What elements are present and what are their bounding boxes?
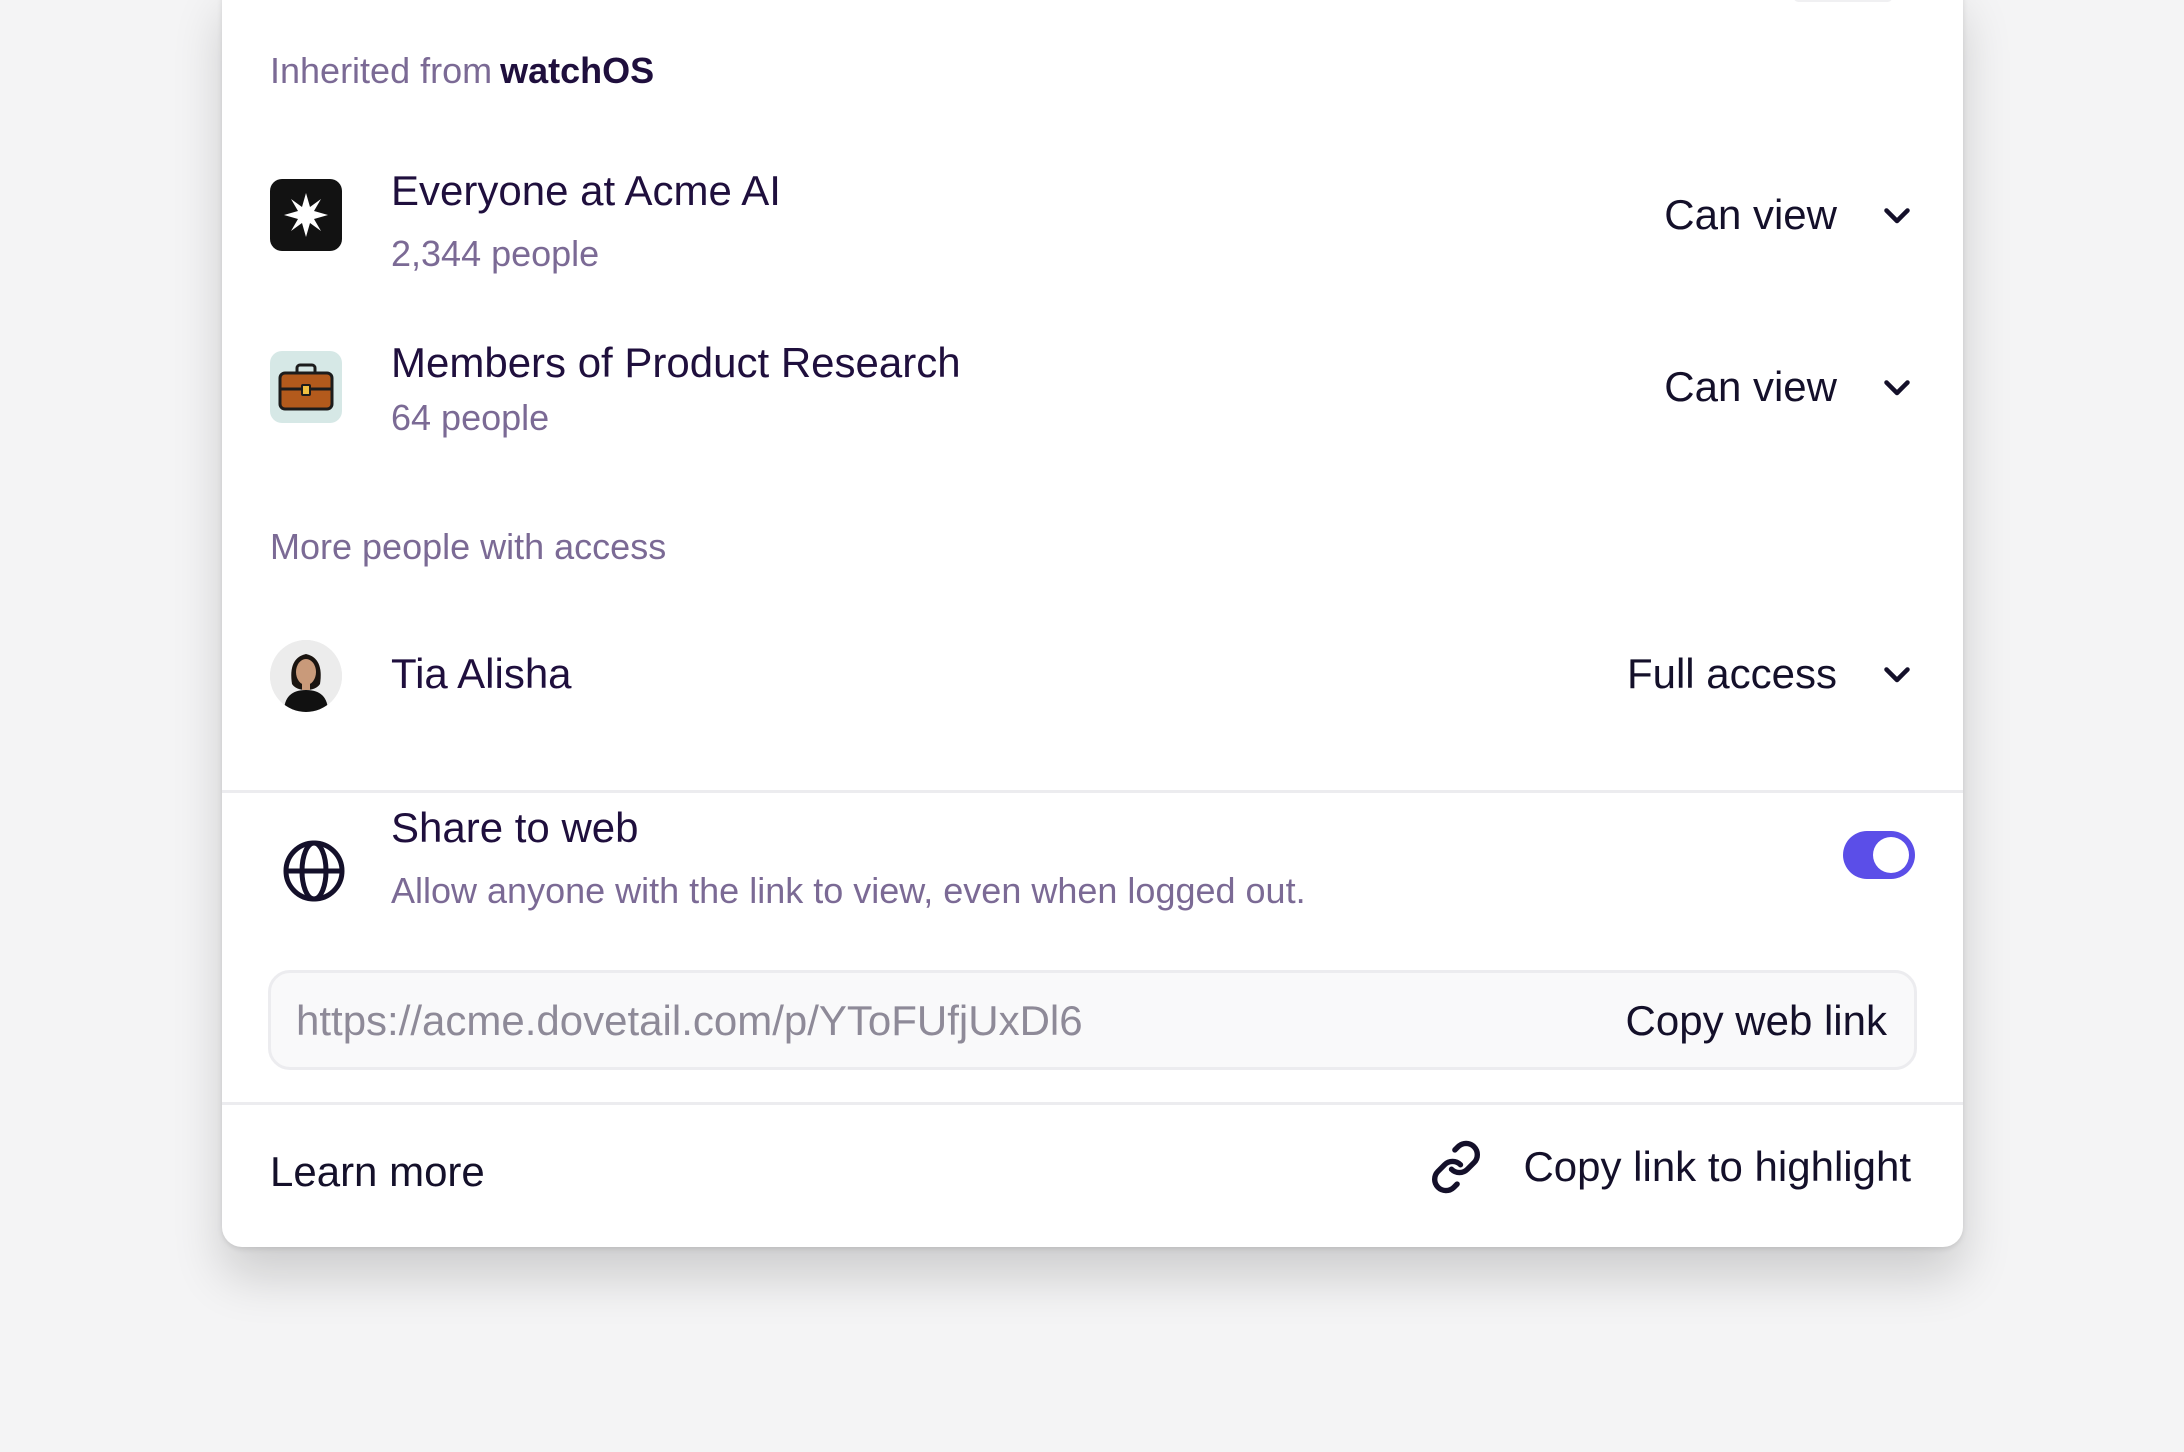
divider — [222, 1102, 1963, 1105]
chevron-down-icon — [1884, 208, 1910, 224]
share-panel: Inherited from watchOS Everyone at Acme A… — [222, 0, 1963, 1247]
share-web-description: Allow anyone with the link to view, even… — [391, 870, 1306, 911]
acme-logo-icon — [270, 179, 342, 251]
permission-label: Full access — [1626, 650, 1837, 697]
inherited-source: watchOS — [500, 50, 655, 91]
group-row-product-research: Members of Product Research 64 people Ca… — [270, 339, 1915, 451]
person-name: Tia Alisha — [391, 650, 572, 697]
group-count: 64 people — [391, 397, 550, 438]
globe-icon — [281, 838, 347, 904]
briefcase-icon — [270, 351, 342, 423]
group-name: Members of Product Research — [391, 339, 961, 386]
share-web-title: Share to web — [391, 804, 639, 851]
copy-highlight-label: Copy link to highlight — [1523, 1143, 1911, 1190]
scroll-indicator — [1793, 0, 1893, 2]
toggle-knob — [1873, 837, 1909, 873]
person-row: Tia Alisha Full access — [270, 640, 1915, 712]
share-to-web-row: Share to web Allow anyone with the link … — [270, 804, 1915, 936]
more-people-heading: More people with access — [270, 526, 667, 567]
group-count: 2,344 people — [391, 233, 600, 274]
permission-dropdown[interactable]: Can view — [1664, 363, 1915, 411]
divider — [222, 790, 1963, 793]
share-web-toggle[interactable] — [1843, 831, 1915, 879]
group-name: Everyone at Acme AI — [391, 167, 781, 214]
permission-label: Can view — [1664, 363, 1837, 410]
permission-dropdown[interactable]: Can view — [1664, 191, 1915, 239]
web-link-field: https://acme.dovetail.com/p/YToFUfjUxDl6… — [268, 970, 1917, 1070]
permission-label: Can view — [1664, 191, 1837, 238]
chevron-down-icon — [1884, 667, 1910, 683]
copy-web-link-button[interactable]: Copy web link — [1626, 997, 1887, 1045]
inherited-prefix: Inherited from — [270, 50, 493, 91]
group-row-everyone: Everyone at Acme AI 2,344 people Can vie… — [270, 167, 1915, 279]
avatar — [270, 640, 342, 712]
inherited-heading: Inherited from watchOS — [270, 50, 654, 92]
link-icon — [1432, 1140, 1481, 1194]
permission-dropdown[interactable]: Full access — [1627, 650, 1915, 698]
web-link-url[interactable]: https://acme.dovetail.com/p/YToFUfjUxDl6 — [296, 997, 1083, 1045]
chevron-down-icon — [1884, 380, 1910, 396]
learn-more-link[interactable]: Learn more — [270, 1148, 485, 1196]
copy-link-to-highlight-button[interactable]: Copy link to highlight — [1429, 1140, 1911, 1194]
